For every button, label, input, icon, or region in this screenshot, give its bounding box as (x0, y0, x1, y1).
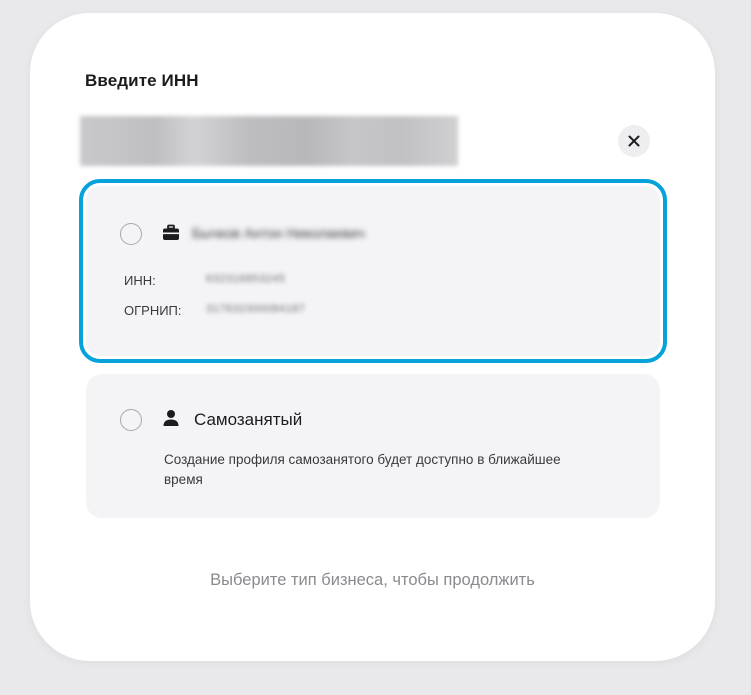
inn-label: ИНН: (124, 273, 156, 288)
self-employed-radio[interactable] (120, 409, 142, 431)
inn-input-field[interactable] (80, 116, 458, 166)
person-icon (163, 410, 179, 426)
self-employed-description: Создание профиля самозанятого будет дост… (164, 452, 561, 487)
ogrnip-label: ОГРНИП: (124, 303, 182, 318)
inn-value: 632316853245 (206, 273, 286, 285)
inn-input[interactable] (80, 116, 458, 166)
ip-name: Бычков Антон Николаевич (192, 225, 365, 241)
inn-modal: Введите ИНН Бычков Антон Николаевич ИНН:… (30, 13, 715, 661)
continue-hint: Выберите тип бизнеса, чтобы продолжить (210, 571, 535, 589)
self-employed-title: Самозанятый (194, 410, 303, 429)
briefcase-icon (163, 224, 179, 240)
business-option-self-employed[interactable]: Самозанятый Создание профиля самозанятог… (86, 374, 660, 518)
modal-title: Введите ИНН (85, 71, 199, 90)
close-icon (628, 135, 640, 147)
business-option-ip[interactable]: Бычков Антон Николаевич ИНН: 63231685324… (79, 179, 667, 363)
ogrnip-value: 317632300084187 (206, 303, 306, 315)
close-button[interactable] (618, 125, 650, 157)
ip-radio[interactable] (120, 223, 142, 245)
